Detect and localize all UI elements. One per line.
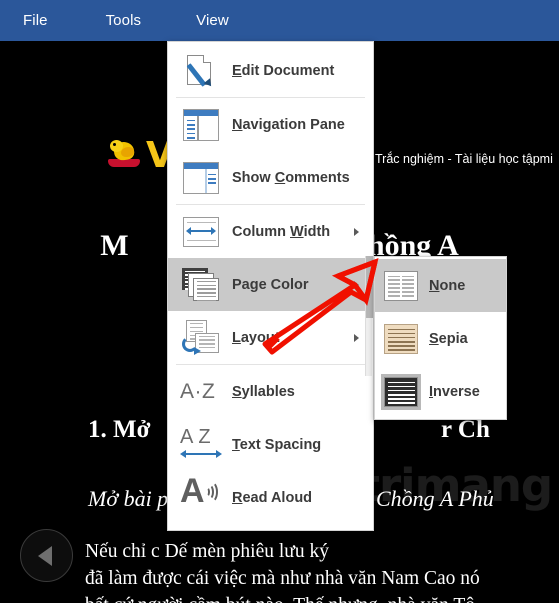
document-italic-left: Mở bài p (88, 486, 169, 511)
view-dropdown-menu[interactable]: Edit Document Navigation Pane Show Comme… (167, 41, 374, 531)
document-header-line: Trắc nghiệm - Tài liệu học tậpmi (375, 152, 553, 166)
chevron-left-icon (38, 545, 52, 566)
submenu-item-sepia[interactable]: Sepia (375, 312, 506, 365)
submenu-item-none[interactable]: None (375, 259, 506, 312)
swatch-none-icon (384, 270, 418, 301)
document-heading-right: r Ch (441, 416, 490, 443)
ribbon-item-file[interactable]: File (17, 0, 54, 41)
text-spacing-icon: AZ (178, 425, 224, 465)
document-paragraph: Nếu chỉ c Dế mèn phiêu lưu ký đã làm đượ… (85, 538, 559, 603)
menu-item-layout[interactable]: Layout (168, 311, 373, 364)
menu-item-navigation-pane[interactable]: Navigation Pane (168, 98, 373, 151)
previous-page-button[interactable] (20, 529, 73, 582)
menu-label-text-spacing: Text Spacing (232, 436, 322, 453)
navigation-pane-icon (178, 105, 224, 145)
menu-item-syllables[interactable]: A·Z Syllables (168, 365, 373, 418)
ribbon-label-file: File (23, 12, 48, 29)
read-aloud-icon: A (178, 474, 224, 518)
document-heading: 1. Mở (88, 416, 151, 443)
ribbon-item-view[interactable]: View (190, 0, 235, 41)
menu-label-column-width: Column Width (232, 223, 331, 240)
ribbon-item-tools[interactable]: Tools (100, 0, 148, 41)
menu-label-read-aloud: Read Aloud (232, 489, 313, 506)
submenu-label-inverse: Inverse (429, 383, 480, 400)
ribbon-label-view: View (196, 12, 229, 29)
show-comments-icon (178, 158, 224, 198)
menu-label-navigation-pane: Navigation Pane (232, 116, 345, 133)
paragraph-line: Nếu chỉ c Dế mèn phiêu lưu ký (85, 541, 329, 562)
menu-item-read-aloud[interactable]: A Read Aloud (168, 471, 373, 524)
page-color-submenu[interactable]: None Sepia Inverse (374, 256, 507, 420)
menu-label-edit-document: Edit Document (232, 62, 335, 79)
menu-item-text-spacing[interactable]: AZ Text Spacing (168, 418, 373, 471)
menu-scrollbar[interactable] (365, 256, 373, 376)
swatch-sepia-icon (384, 323, 418, 354)
submenu-chevron-icon (354, 280, 359, 289)
menu-label-page-color: Page Color (232, 276, 309, 293)
paragraph-line: bất cứ người cầm bút nào. Thế nhưng, nhà… (85, 592, 559, 603)
menu-item-column-width[interactable]: Column Width (168, 205, 373, 258)
menu-label-show-comments: Show Comments (232, 169, 350, 186)
submenu-label-sepia: Sepia (429, 330, 468, 347)
menu-item-edit-document[interactable]: Edit Document (168, 44, 373, 97)
document-edit-icon (178, 51, 224, 91)
ribbon-label-tools: Tools (105, 12, 142, 29)
layout-icon (178, 318, 224, 358)
column-width-icon (178, 212, 224, 252)
syllables-icon: A·Z (180, 379, 216, 403)
submenu-chevron-icon (354, 333, 359, 342)
menu-item-show-comments[interactable]: Show Comments (168, 151, 373, 204)
submenu-item-inverse[interactable]: Inverse (375, 365, 506, 418)
app-root: VN Trắc nghiệm - Tài liệu học tậpmi M i … (0, 0, 559, 603)
submenu-chevron-icon (354, 227, 359, 236)
submenu-label-none: None (429, 277, 466, 294)
document-title-left: M (100, 229, 129, 262)
menu-label-syllables: Syllables (232, 383, 295, 400)
page-color-icon (178, 265, 224, 305)
bird-logo-icon (108, 140, 142, 172)
swatch-inverse-icon (381, 373, 421, 410)
menu-label-layout: Layout (232, 329, 280, 346)
menu-item-page-color[interactable]: Page Color (168, 258, 373, 311)
top-ribbon: File Tools View (0, 0, 559, 41)
paragraph-line: đã làm được cái việc mà như nhà văn Nam … (85, 568, 480, 589)
